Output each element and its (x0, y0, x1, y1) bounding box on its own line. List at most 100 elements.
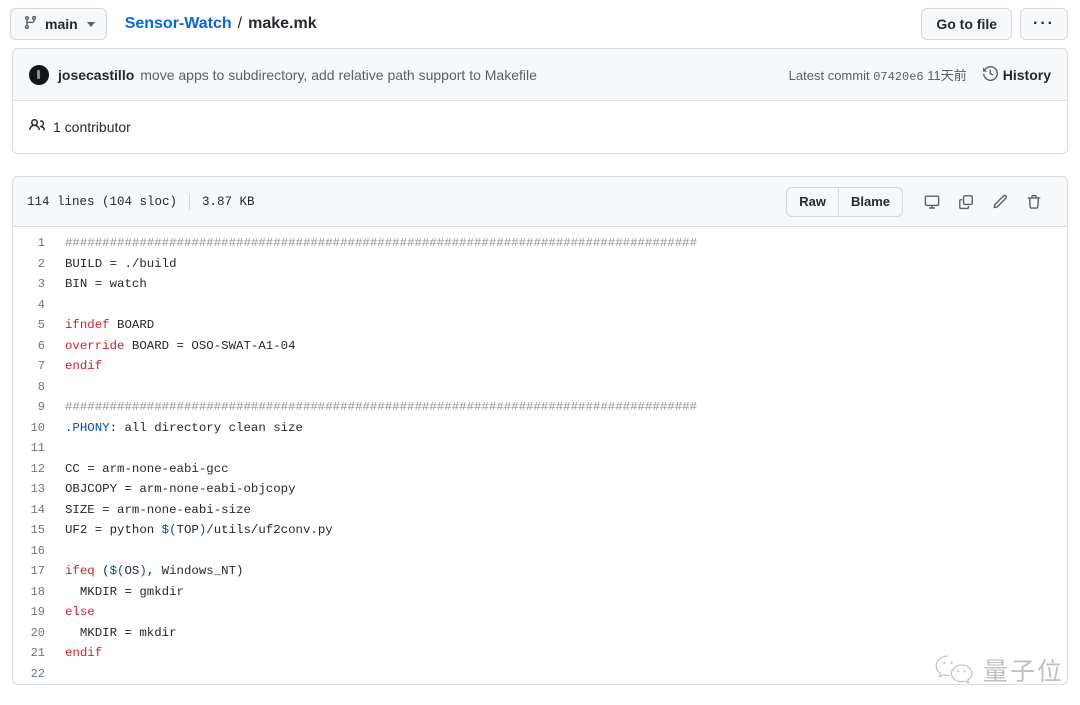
chevron-down-icon (87, 22, 95, 27)
line-number[interactable]: 20 (13, 623, 61, 644)
code-token: ifeq (65, 564, 95, 578)
line-content: ########################################… (61, 397, 697, 418)
code-token: ( (95, 564, 110, 578)
commit-sha[interactable]: 07420e6 (873, 70, 923, 84)
code-line: 1 #######################################… (13, 233, 1067, 254)
code-token: CC = arm-none-eabi-gcc (65, 462, 229, 476)
line-content: SIZE = arm-none-eabi-size (61, 500, 251, 521)
code-token: ########################################… (65, 236, 697, 250)
desktop-download-icon[interactable] (915, 188, 949, 216)
line-number[interactable]: 13 (13, 479, 61, 500)
line-content: BUILD = ./build (61, 254, 177, 275)
line-content (61, 438, 72, 459)
line-content: ifeq ($(OS), Windows_NT) (61, 561, 243, 582)
code-line: 7 endif (13, 356, 1067, 377)
file-viewer: 114 lines (104 sloc) 3.87 KB Raw Blame (12, 176, 1068, 685)
line-content: ########################################… (61, 233, 697, 254)
code-token: : all directory clean size (110, 421, 303, 435)
code-line: 19 else (13, 602, 1067, 623)
code-line: 15UF2 = python $(TOP)/utils/uf2conv.py (13, 520, 1067, 541)
line-content (61, 377, 72, 398)
trash-icon[interactable] (1017, 188, 1051, 216)
avatar (29, 65, 49, 85)
line-number[interactable]: 17 (13, 561, 61, 582)
file-actions: Raw Blame (786, 187, 1051, 217)
code-line: 18 MKDIR = gmkdir (13, 582, 1067, 603)
code-token: else (65, 605, 95, 619)
line-number[interactable]: 10 (13, 418, 61, 439)
code-line: 10.PHONY: all directory clean size (13, 418, 1067, 439)
line-number[interactable]: 19 (13, 602, 61, 623)
code-token: BIN = watch (65, 277, 147, 291)
code-token: BOARD (110, 318, 155, 332)
code-line: 12 CC = arm-none-eabi-gcc (13, 459, 1067, 480)
code-line: 5ifndef BOARD (13, 315, 1067, 336)
line-content: endif (61, 643, 102, 664)
code-line: 17ifeq ($(OS), Windows_NT) (13, 561, 1067, 582)
history-link[interactable]: History (983, 66, 1051, 84)
line-number[interactable]: 8 (13, 377, 61, 398)
contributors-row: 1 contributor (13, 101, 1067, 153)
line-number[interactable]: 5 (13, 315, 61, 336)
commit-meta: Latest commit 07420e6 11天前 History (789, 65, 1051, 84)
line-number[interactable]: 12 (13, 459, 61, 480)
pencil-icon[interactable] (983, 188, 1017, 216)
more-options-button[interactable]: ··· (1020, 8, 1068, 40)
code-line: 21endif (13, 643, 1067, 664)
line-content: OBJCOPY = arm-none-eabi-objcopy (61, 479, 296, 500)
breadcrumb-repo-link[interactable]: Sensor-Watch (125, 15, 232, 33)
code-token: OBJCOPY = arm-none-eabi-objcopy (65, 482, 296, 496)
latest-commit-info: Latest commit 07420e6 11天前 (789, 65, 967, 84)
branch-selector[interactable]: main (10, 8, 107, 40)
line-number[interactable]: 15 (13, 520, 61, 541)
code-token: BUILD = ./build (65, 257, 177, 271)
contributor-count[interactable]: 1 contributor (53, 119, 131, 135)
breadcrumb-filename: make.mk (248, 15, 317, 33)
branch-name: main (45, 16, 78, 32)
line-number[interactable]: 6 (13, 336, 61, 357)
line-content (61, 664, 72, 685)
repo-toolbar: main Sensor-Watch / make.mk Go to file ·… (0, 0, 1080, 48)
code-line: 16 (13, 541, 1067, 562)
code-token: endif (65, 359, 102, 373)
file-line-count: 114 lines (104 sloc) (27, 195, 177, 209)
line-number[interactable]: 14 (13, 500, 61, 521)
code-line: 6override BOARD = OSO-SWAT-A1-04 (13, 336, 1067, 357)
line-content: MKDIR = gmkdir (61, 582, 184, 603)
line-number[interactable]: 2 (13, 254, 61, 275)
line-content: UF2 = python $(TOP)/utils/uf2conv.py (61, 520, 333, 541)
line-number[interactable]: 7 (13, 356, 61, 377)
code-token: UF2 = python (65, 523, 162, 537)
git-branch-icon (23, 15, 38, 33)
line-number[interactable]: 11 (13, 438, 61, 459)
code-token: $( (110, 564, 125, 578)
line-content: ifndef BOARD (61, 315, 154, 336)
view-mode-group: Raw Blame (786, 187, 903, 217)
code-line: 13 OBJCOPY = arm-none-eabi-objcopy (13, 479, 1067, 500)
code-line: 2 BUILD = ./build (13, 254, 1067, 275)
raw-button[interactable]: Raw (787, 188, 838, 216)
code-line: 3 BIN = watch (13, 274, 1067, 295)
people-icon (29, 117, 45, 138)
line-number[interactable]: 21 (13, 643, 61, 664)
commit-summary-box: josecastillo move apps to subdirectory, … (12, 48, 1068, 154)
line-content: else (61, 602, 95, 623)
code-content[interactable]: 1 #######################################… (13, 227, 1067, 684)
line-number[interactable]: 1 (13, 233, 61, 254)
line-number[interactable]: 22 (13, 664, 61, 685)
commit-author-link[interactable]: josecastillo (58, 67, 134, 83)
code-line: 9#######################################… (13, 397, 1067, 418)
go-to-file-button[interactable]: Go to file (921, 8, 1012, 40)
code-token: ifndef (65, 318, 110, 332)
line-number[interactable]: 3 (13, 274, 61, 295)
code-token: ) (139, 564, 146, 578)
line-number[interactable]: 18 (13, 582, 61, 603)
code-token: MKDIR = mkdir (65, 626, 177, 640)
copy-icon[interactable] (949, 188, 983, 216)
line-number[interactable]: 9 (13, 397, 61, 418)
commit-message-link[interactable]: move apps to subdirectory, add relative … (140, 67, 537, 83)
line-number[interactable]: 4 (13, 295, 61, 316)
code-token: MKDIR = gmkdir (65, 585, 184, 599)
blame-button[interactable]: Blame (838, 188, 902, 216)
line-number[interactable]: 16 (13, 541, 61, 562)
